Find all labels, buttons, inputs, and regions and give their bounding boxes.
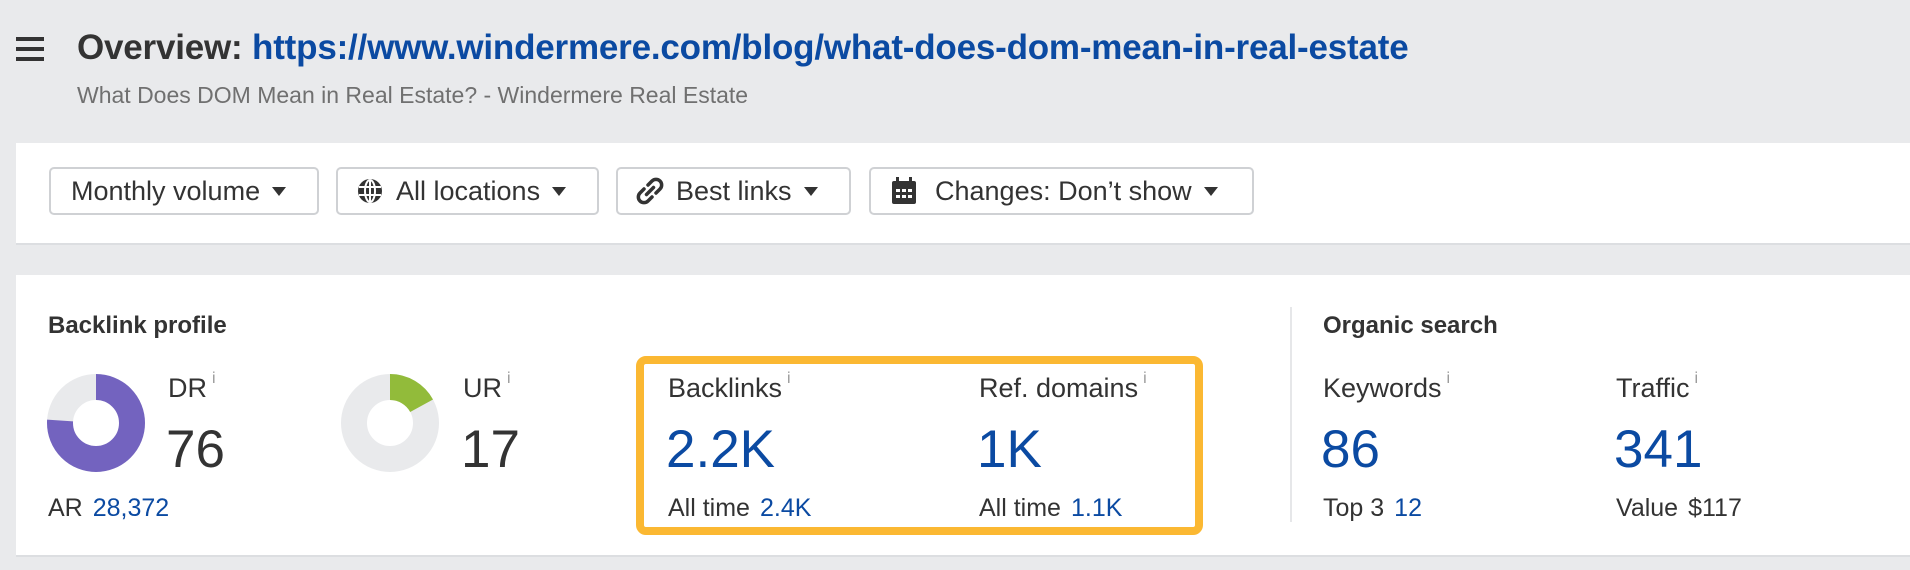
- hamburger-menu-icon[interactable]: [16, 37, 44, 61]
- globe-icon: [356, 177, 384, 205]
- ur-donut-chart: [341, 374, 439, 472]
- best-links-dropdown[interactable]: Best links: [616, 167, 851, 215]
- overview-metrics-panel: Backlink profile DR i 76 AR 28,372 UR i 17 …: [16, 275, 1910, 557]
- ref-domains-all-time-row: All time 1.1K: [979, 494, 1122, 523]
- dr-label: DR i: [168, 370, 216, 403]
- link-icon: [636, 177, 664, 205]
- ref-domains-all-time-value[interactable]: 1.1K: [1071, 494, 1122, 522]
- backlinks-all-time-row: All time 2.4K: [668, 494, 811, 523]
- ref-domains-label: Ref. domains i: [979, 370, 1147, 403]
- info-icon[interactable]: i: [1143, 370, 1147, 387]
- monthly-volume-label: Monthly volume: [71, 175, 261, 206]
- traffic-value-amount: $117: [1688, 494, 1742, 522]
- section-divider: [1290, 307, 1292, 522]
- backlinks-label: Backlinks i: [668, 370, 791, 403]
- page-subtitle: What Does DOM Mean in Real Estate? - Win…: [77, 82, 749, 108]
- backlinks-all-time-value[interactable]: 2.4K: [760, 494, 811, 522]
- all-locations-dropdown[interactable]: All locations: [336, 167, 599, 215]
- top3-value[interactable]: 12: [1394, 494, 1422, 522]
- page-title-prefix: Overview:: [77, 28, 253, 67]
- info-icon[interactable]: i: [787, 370, 791, 387]
- traffic-value-row: Value $117: [1616, 494, 1742, 523]
- keywords-top3-row: Top 3 12: [1323, 494, 1422, 523]
- best-links-label: Best links: [676, 175, 792, 206]
- ur-value: 17: [461, 420, 520, 479]
- filter-toolbar: Monthly volume All locations Best links …: [16, 143, 1910, 245]
- dr-donut-chart: [47, 374, 145, 472]
- ref-domains-all-time-label: All time: [979, 494, 1061, 522]
- changes-dropdown[interactable]: Changes: Don’t show: [869, 167, 1254, 215]
- keywords-value[interactable]: 86: [1321, 423, 1380, 476]
- page-title: Overview: https://www.windermere.com/blo…: [77, 28, 1409, 68]
- caret-down-icon: [803, 186, 818, 196]
- backlinks-value[interactable]: 2.2K: [666, 423, 775, 476]
- ar-row: AR 28,372: [48, 494, 169, 523]
- ar-label: AR: [48, 494, 83, 522]
- caret-down-icon: [272, 186, 287, 196]
- organic-search-title: Organic search: [1323, 312, 1498, 339]
- keywords-label: Keywords i: [1323, 370, 1451, 403]
- backlink-profile-title: Backlink profile: [48, 312, 227, 339]
- page-url-link[interactable]: https://www.windermere.com/blog/what-doe…: [252, 28, 1409, 67]
- calendar-icon: [891, 177, 919, 205]
- ar-value[interactable]: 28,372: [93, 494, 169, 522]
- info-icon[interactable]: i: [1695, 370, 1699, 387]
- traffic-value-label: Value: [1616, 494, 1679, 522]
- caret-down-icon: [1203, 186, 1218, 196]
- caret-down-icon: [552, 186, 567, 196]
- backlinks-all-time-label: All time: [668, 494, 750, 522]
- info-icon[interactable]: i: [212, 370, 216, 387]
- info-icon[interactable]: i: [1447, 370, 1451, 387]
- top3-label: Top 3: [1323, 494, 1385, 522]
- all-locations-label: All locations: [396, 175, 541, 206]
- info-icon[interactable]: i: [507, 370, 511, 387]
- monthly-volume-dropdown[interactable]: Monthly volume: [49, 167, 319, 215]
- traffic-value[interactable]: 341: [1614, 423, 1702, 476]
- changes-label: Changes: Don’t show: [935, 175, 1192, 206]
- ref-domains-value[interactable]: 1K: [977, 423, 1042, 476]
- dr-value: 76: [166, 420, 225, 479]
- ur-label: UR i: [463, 370, 511, 403]
- traffic-label: Traffic i: [1616, 370, 1699, 403]
